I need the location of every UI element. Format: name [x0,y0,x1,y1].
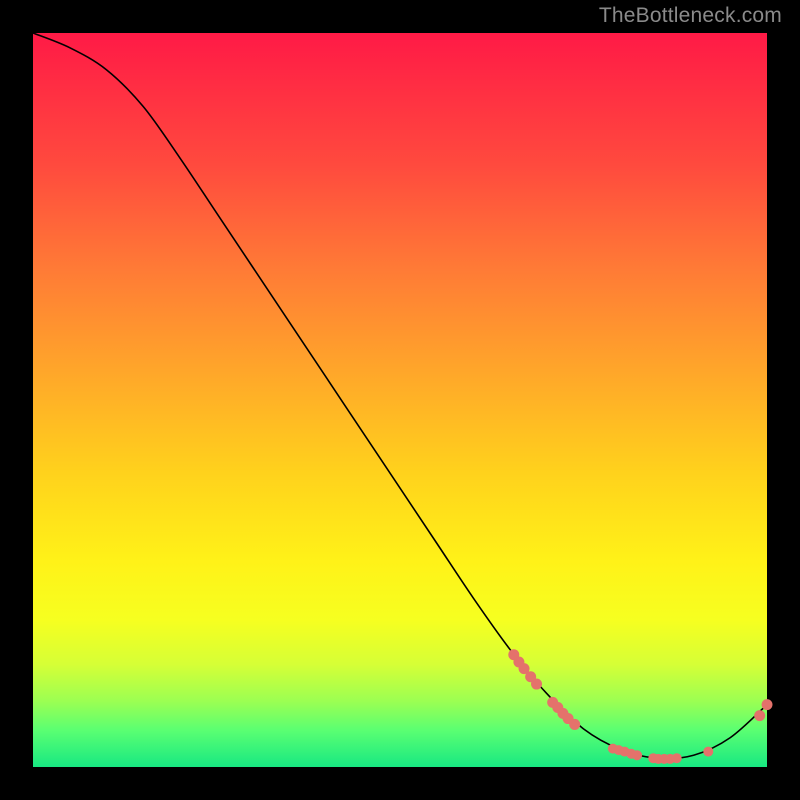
data-point-marker [632,750,642,760]
bottleneck-curve [33,33,767,759]
data-point-marker [531,679,542,690]
attribution-label: TheBottleneck.com [599,4,782,28]
marker-layer [508,649,772,764]
chart-svg [33,33,767,767]
data-point-marker [569,719,580,730]
plot-area [33,33,767,767]
data-point-marker [754,710,765,721]
data-point-marker [762,699,773,710]
data-point-marker [672,753,682,763]
data-point-marker [703,747,713,757]
chart-container: TheBottleneck.com [0,0,800,800]
